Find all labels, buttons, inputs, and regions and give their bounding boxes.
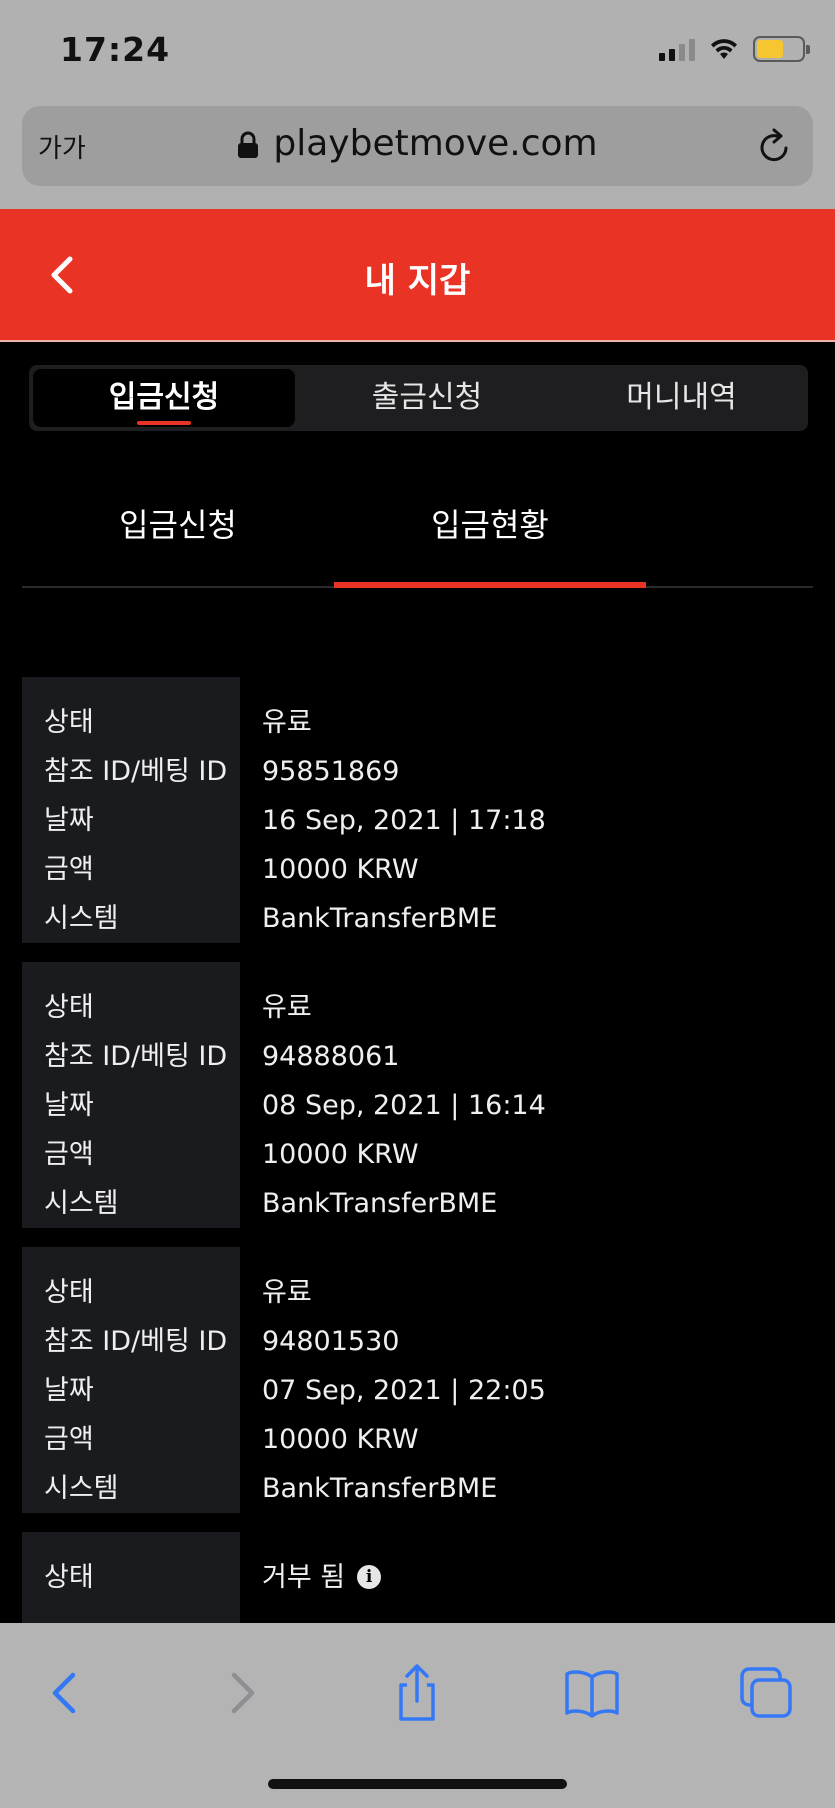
value-amount: 10000 KRW	[262, 1139, 419, 1170]
record-row-status: 상태 유료	[22, 1268, 813, 1317]
label-status: 상태	[44, 1277, 94, 1308]
value-amount: 10000 KRW	[262, 854, 419, 885]
record-row-status: 상태 유료	[22, 698, 813, 747]
record-row-amount: 금액 10000 KRW	[22, 1415, 813, 1464]
browser-forward-icon[interactable]	[212, 1663, 272, 1723]
label-ref-id: 참조 ID/베팅 ID	[44, 756, 228, 787]
record-row-status: 상태 유료	[22, 983, 813, 1032]
label-ref-id: 참조 ID/베팅 ID	[44, 1326, 228, 1357]
segment-label: 입금신청	[108, 380, 220, 415]
url-text: playbetmove.com	[273, 123, 598, 164]
tab-deposit-request[interactable]: 입금신청	[22, 500, 334, 546]
value-ref-id: 94801530	[262, 1326, 400, 1357]
deposit-record: 상태 유료 참조 ID/베팅 ID 94888061 날짜 08 Sep, 20…	[22, 962, 813, 1228]
label-date: 날짜	[44, 1375, 94, 1406]
value-ref-id: 95851869	[262, 756, 400, 787]
record-row-status: 상태 거부 됨 i	[22, 1553, 813, 1602]
status-icons	[659, 36, 810, 62]
label-system: 시스템	[44, 903, 119, 934]
bookmarks-icon[interactable]	[562, 1663, 622, 1723]
label-status: 상태	[44, 1562, 94, 1593]
record-row-ref-id: 참조 ID/베팅 ID 94801530	[22, 1317, 813, 1366]
status-time: 17:24	[60, 30, 171, 69]
deposit-subtabs: 입금신청 입금현황	[22, 478, 813, 588]
record-row-amount: 금액 10000 KRW	[22, 845, 813, 894]
record-row-date: 날짜 08 Sep, 2021 | 16:14	[22, 1081, 813, 1130]
browser-back-icon[interactable]	[35, 1663, 95, 1723]
value-system: BankTransferBME	[262, 1473, 498, 1504]
record-row-system: 시스템 BankTransferBME	[22, 894, 813, 943]
page-title: 내 지갑	[364, 261, 471, 301]
tab-active-indicator	[334, 582, 646, 588]
label-date: 날짜	[44, 805, 94, 836]
address-bar[interactable]: 가가 playbetmove.com	[22, 106, 813, 186]
value-status-with-info: 거부 됨 i	[262, 1553, 382, 1602]
info-icon[interactable]: i	[357, 1564, 382, 1589]
tab-deposit-status[interactable]: 입금현황	[334, 500, 646, 546]
value-system: BankTransferBME	[262, 1188, 498, 1219]
wallet-segmented-control: 입금신청 출금신청 머니내역	[29, 365, 808, 431]
record-row-amount: 금액 10000 KRW	[22, 1130, 813, 1179]
deposit-record: 상태 유료 참조 ID/베팅 ID 94801530 날짜 07 Sep, 20…	[22, 1247, 813, 1513]
tabs-icon[interactable]	[737, 1663, 797, 1723]
record-row-date: 날짜 07 Sep, 2021 | 22:05	[22, 1366, 813, 1415]
value-system: BankTransferBME	[262, 903, 498, 934]
segment-deposit-request[interactable]: 입금신청	[33, 369, 295, 427]
value-status: 유료	[262, 1277, 312, 1308]
value-date: 07 Sep, 2021 | 22:05	[262, 1375, 546, 1406]
record-row-system: 시스템 BankTransferBME	[22, 1464, 813, 1513]
label-system: 시스템	[44, 1188, 119, 1219]
record-row-ref-id: 참조 ID/베팅 ID 94888061	[22, 1032, 813, 1081]
record-row-system: 시스템 BankTransferBME	[22, 1179, 813, 1228]
lock-icon	[238, 131, 259, 158]
segment-money-history[interactable]: 머니내역	[555, 365, 808, 431]
value-status: 거부 됨	[262, 1562, 346, 1593]
record-row-date: 날짜 16 Sep, 2021 | 17:18	[22, 796, 813, 845]
value-status: 유료	[262, 707, 312, 738]
home-indicator	[268, 1779, 567, 1789]
value-date: 16 Sep, 2021 | 17:18	[262, 805, 546, 836]
label-status: 상태	[44, 707, 94, 738]
battery-icon	[753, 36, 810, 62]
label-status: 상태	[44, 992, 94, 1023]
value-date: 08 Sep, 2021 | 16:14	[262, 1090, 546, 1121]
url-field[interactable]: playbetmove.com	[22, 123, 813, 164]
cellular-signal-icon	[659, 37, 695, 61]
value-status: 유료	[262, 992, 312, 1023]
label-system: 시스템	[44, 1473, 119, 1504]
segment-withdraw-request[interactable]: 출금신청	[299, 365, 555, 431]
record-row-ref-id: 참조 ID/베팅 ID 95851869	[22, 747, 813, 796]
label-amount: 금액	[44, 854, 94, 885]
label-amount: 금액	[44, 1424, 94, 1455]
segment-active-indicator	[137, 421, 191, 425]
wifi-icon	[711, 39, 737, 59]
browser-chrome: 17:24 가가 playbetmove.com	[0, 0, 835, 209]
value-amount: 10000 KRW	[262, 1424, 419, 1455]
deposit-record: 상태 유료 참조 ID/베팅 ID 95851869 날짜 16 Sep, 20…	[22, 677, 813, 943]
label-ref-id: 참조 ID/베팅 ID	[44, 1041, 228, 1072]
value-ref-id: 94888061	[262, 1041, 400, 1072]
label-date: 날짜	[44, 1090, 94, 1121]
reload-icon[interactable]	[755, 126, 793, 166]
deposit-record: 상태 거부 됨 i	[22, 1532, 813, 1623]
label-amount: 금액	[44, 1139, 94, 1170]
app-header: 내 지갑	[0, 209, 835, 342]
share-icon[interactable]	[387, 1663, 447, 1723]
